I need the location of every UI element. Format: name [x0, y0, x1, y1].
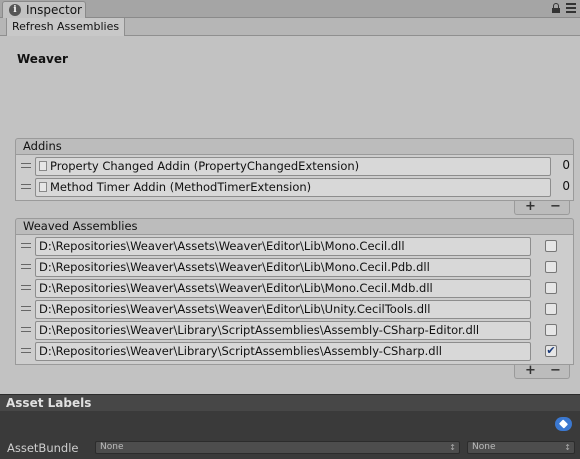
object-icon	[39, 182, 47, 192]
addin-value: 0	[562, 158, 570, 172]
drag-handle-icon[interactable]	[21, 264, 31, 269]
addin-field[interactable]: Method Timer Addin (MethodTimerExtension…	[35, 178, 551, 197]
weave-checkbox[interactable]	[545, 282, 557, 294]
inspector-tab[interactable]: i Inspector	[2, 1, 86, 18]
list-item: D:\Repositories\Weaver\Assets\Weaver\Edi…	[16, 257, 573, 278]
addin-value: 0	[562, 179, 570, 193]
lock-icon[interactable]	[552, 3, 560, 13]
asset-bundle-value: None	[100, 442, 124, 452]
drag-handle-icon[interactable]	[21, 243, 31, 248]
list-item: D:\Repositories\Weaver\Assets\Weaver\Edi…	[16, 278, 573, 299]
remove-button[interactable]: −	[550, 199, 561, 214]
assembly-path-field[interactable]: D:\Repositories\Weaver\Library\ScriptAss…	[35, 342, 531, 361]
addins-list: Property Changed Addin (PropertyChangedE…	[15, 155, 574, 201]
list-item: D:\Repositories\Weaver\Library\ScriptAss…	[16, 320, 573, 341]
asset-bundle-variant-value: None	[472, 442, 496, 452]
tag-icon[interactable]	[555, 417, 572, 431]
assembly-path-field[interactable]: D:\Repositories\Weaver\Assets\Weaver\Edi…	[35, 279, 531, 298]
info-icon: i	[9, 4, 21, 16]
assembly-path-field[interactable]: D:\Repositories\Weaver\Library\ScriptAss…	[35, 321, 531, 340]
list-item: Property Changed Addin (PropertyChangedE…	[16, 156, 573, 177]
weaved-assemblies-section: Weaved Assemblies D:\Repositories\Weaver…	[15, 218, 574, 379]
list-item: D:\Repositories\Weaver\Library\ScriptAss…	[16, 341, 573, 362]
list-item: D:\Repositories\Weaver\Assets\Weaver\Edi…	[16, 236, 573, 257]
drag-handle-icon[interactable]	[21, 184, 31, 189]
weave-checkbox[interactable]	[545, 303, 557, 315]
addins-section: Addins Property Changed Addin (PropertyC…	[15, 138, 574, 215]
asset-labels-header: Asset Labels	[0, 394, 580, 411]
toolbar: Refresh Assemblies	[0, 18, 580, 36]
window-tab-bar: i Inspector	[0, 0, 580, 18]
object-icon	[39, 161, 47, 171]
menu-icon[interactable]	[566, 3, 576, 13]
add-button[interactable]: +	[525, 363, 536, 378]
add-button[interactable]: +	[525, 199, 536, 214]
weave-checkbox[interactable]: ✔	[545, 345, 557, 357]
weaved-assemblies-footer: + −	[514, 363, 570, 379]
assembly-path-field[interactable]: D:\Repositories\Weaver\Assets\Weaver\Edi…	[35, 237, 531, 256]
addins-footer: + −	[514, 199, 570, 215]
dropdown-arrow-icon: ↕	[449, 443, 456, 452]
dropdown-arrow-icon: ↕	[564, 443, 571, 452]
drag-handle-icon[interactable]	[21, 306, 31, 311]
addins-header: Addins	[15, 138, 574, 155]
weaved-assemblies-header: Weaved Assemblies	[15, 218, 574, 235]
asset-bundle-bar: AssetBundle None ↕ None ↕	[0, 438, 580, 459]
drag-handle-icon[interactable]	[21, 163, 31, 168]
remove-button[interactable]: −	[550, 363, 561, 378]
weave-checkbox[interactable]	[545, 261, 557, 273]
drag-handle-icon[interactable]	[21, 327, 31, 332]
weave-checkbox[interactable]	[545, 324, 557, 336]
assembly-path-field[interactable]: D:\Repositories\Weaver\Assets\Weaver\Edi…	[35, 258, 531, 277]
addin-label: Method Timer Addin (MethodTimerExtension…	[50, 180, 312, 194]
component-title: Weaver	[17, 52, 68, 66]
asset-bundle-label: AssetBundle	[7, 441, 79, 455]
refresh-assemblies-button[interactable]: Refresh Assemblies	[6, 18, 126, 36]
list-item: Method Timer Addin (MethodTimerExtension…	[16, 177, 573, 198]
drag-handle-icon[interactable]	[21, 285, 31, 290]
assembly-path-field[interactable]: D:\Repositories\Weaver\Assets\Weaver\Edi…	[35, 300, 531, 319]
asset-bundle-variant-dropdown[interactable]: None ↕	[467, 441, 575, 454]
list-item: D:\Repositories\Weaver\Assets\Weaver\Edi…	[16, 299, 573, 320]
asset-bundle-dropdown[interactable]: None ↕	[95, 441, 460, 454]
drag-handle-icon[interactable]	[21, 348, 31, 353]
weaved-assemblies-list: D:\Repositories\Weaver\Assets\Weaver\Edi…	[15, 235, 574, 365]
asset-labels-area	[0, 411, 580, 438]
tab-label: Inspector	[26, 3, 82, 17]
weave-checkbox[interactable]	[545, 240, 557, 252]
addin-label: Property Changed Addin (PropertyChangedE…	[50, 159, 360, 173]
addin-field[interactable]: Property Changed Addin (PropertyChangedE…	[35, 157, 551, 176]
